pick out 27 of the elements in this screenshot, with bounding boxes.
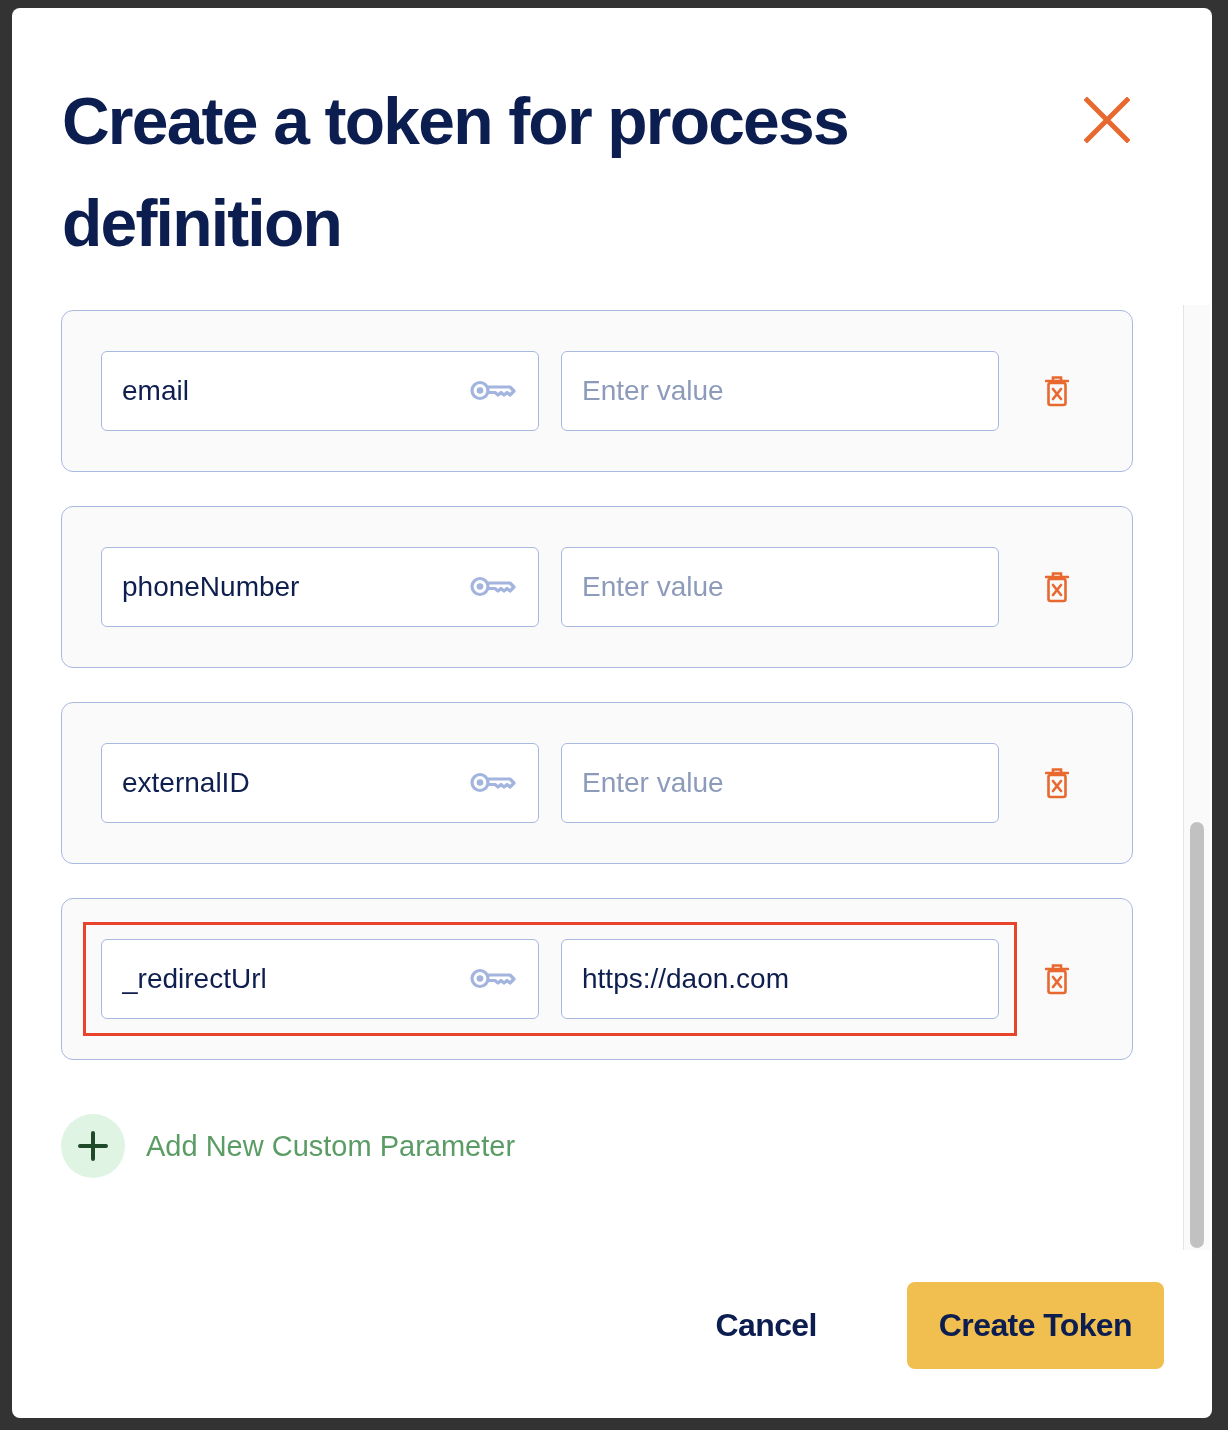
trash-icon — [1045, 375, 1069, 407]
value-input[interactable]: Enter value — [561, 547, 999, 627]
key-field[interactable]: email — [101, 351, 539, 431]
cancel-button[interactable]: Cancel — [715, 1282, 817, 1369]
delete-button[interactable] — [1045, 963, 1069, 995]
value-input[interactable]: Enter value — [561, 743, 999, 823]
delete-button[interactable] — [1045, 375, 1069, 407]
value-input[interactable]: https://daon.com — [561, 939, 999, 1019]
value-input[interactable]: Enter value — [561, 351, 999, 431]
plus-icon — [61, 1114, 125, 1178]
dialog-title: Create a token for process definition — [62, 83, 849, 262]
delete-button[interactable] — [1045, 571, 1069, 603]
key-field[interactable]: _redirectUrl — [101, 939, 539, 1019]
key-field[interactable]: phoneNumber — [101, 547, 539, 627]
trash-icon — [1045, 571, 1069, 603]
trash-icon — [1045, 767, 1069, 799]
key-icon — [470, 772, 516, 794]
close-icon — [1084, 97, 1130, 143]
trash-icon — [1045, 963, 1069, 995]
key-field[interactable]: externalID — [101, 743, 539, 823]
close-button[interactable] — [1084, 97, 1130, 143]
key-icon — [470, 380, 516, 402]
create-token-button[interactable]: Create Token — [906, 1282, 1164, 1369]
delete-button[interactable] — [1045, 767, 1069, 799]
key-icon — [470, 576, 516, 598]
key-icon — [470, 968, 516, 990]
scrollbar-thumb[interactable] — [1190, 822, 1204, 1248]
